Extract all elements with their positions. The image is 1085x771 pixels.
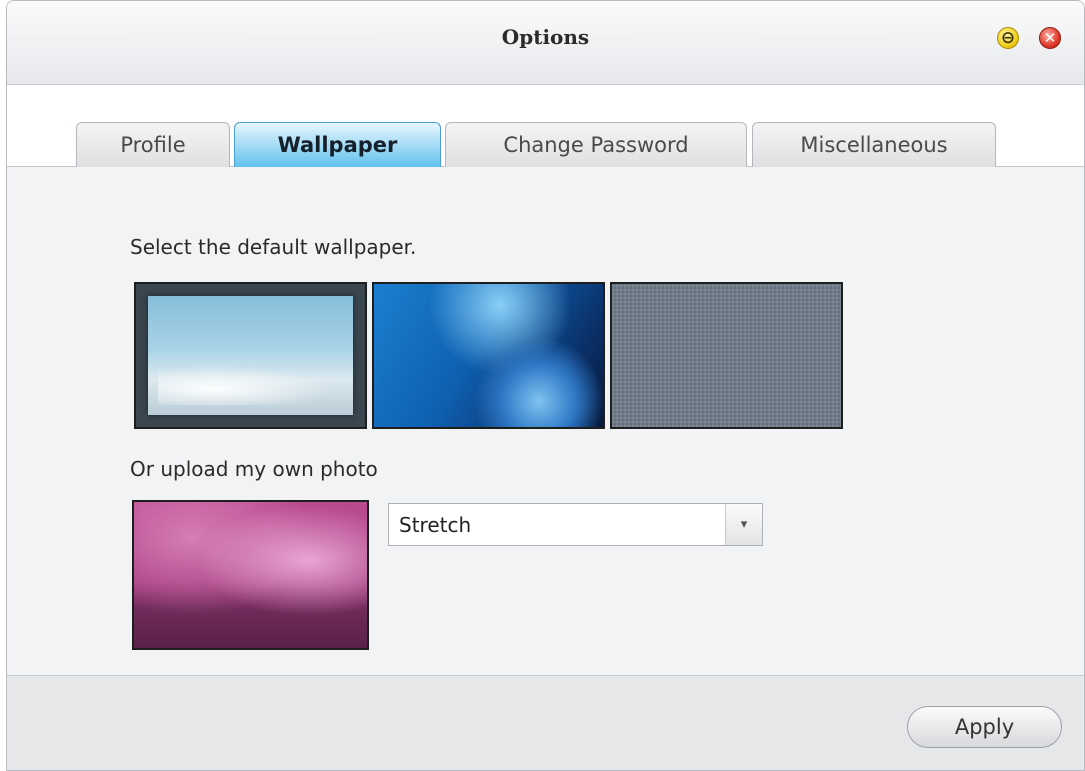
apply-button[interactable]: Apply — [907, 706, 1062, 748]
title-bar[interactable]: Options ⊖ ✕ — [7, 1, 1084, 85]
wallpaper-thumbnail-sky[interactable] — [134, 282, 367, 429]
chevron-down-glyph: ▾ — [740, 517, 748, 532]
tab-change-password[interactable]: Change Password — [445, 122, 747, 167]
tab-miscellaneous[interactable]: Miscellaneous — [752, 122, 996, 167]
tab-profile[interactable]: Profile — [76, 122, 230, 167]
window-title: Options — [501, 25, 590, 49]
options-window: Options ⊖ ✕ Profile Wallpaper Change Pas… — [6, 0, 1085, 771]
tab-strip: Profile Wallpaper Change Password Miscel… — [7, 85, 1084, 167]
display-mode-select[interactable]: Stretch ▾ — [388, 503, 763, 546]
tab-wallpaper[interactable]: Wallpaper — [234, 122, 441, 167]
tab-change-password-label: Change Password — [503, 133, 689, 157]
wallpaper-sky-cloud — [158, 365, 343, 405]
wallpaper-thumbnail-gray-texture[interactable] — [610, 282, 843, 429]
upload-photo-prompt: Or upload my own photo — [130, 457, 378, 481]
close-glyph: ✕ — [1043, 28, 1057, 47]
minimize-glyph: ⊖ — [1000, 27, 1016, 48]
close-icon[interactable]: ✕ — [1039, 27, 1061, 49]
wallpaper-sky-image — [148, 296, 353, 415]
minimize-icon[interactable]: ⊖ — [997, 27, 1019, 49]
custom-photo-thumbnail[interactable] — [132, 500, 369, 650]
footer-bar: Apply — [7, 675, 1084, 770]
chevron-down-icon[interactable]: ▾ — [725, 504, 762, 545]
tab-wallpaper-label: Wallpaper — [277, 133, 398, 157]
display-mode-value: Stretch — [399, 513, 472, 537]
tab-miscellaneous-label: Miscellaneous — [800, 133, 948, 157]
tab-profile-label: Profile — [120, 133, 186, 157]
wallpaper-panel: Select the default wallpaper. Or upload … — [7, 167, 1084, 675]
default-wallpaper-prompt: Select the default wallpaper. — [130, 235, 417, 259]
wallpaper-thumbnail-blue-globe[interactable] — [372, 282, 605, 429]
